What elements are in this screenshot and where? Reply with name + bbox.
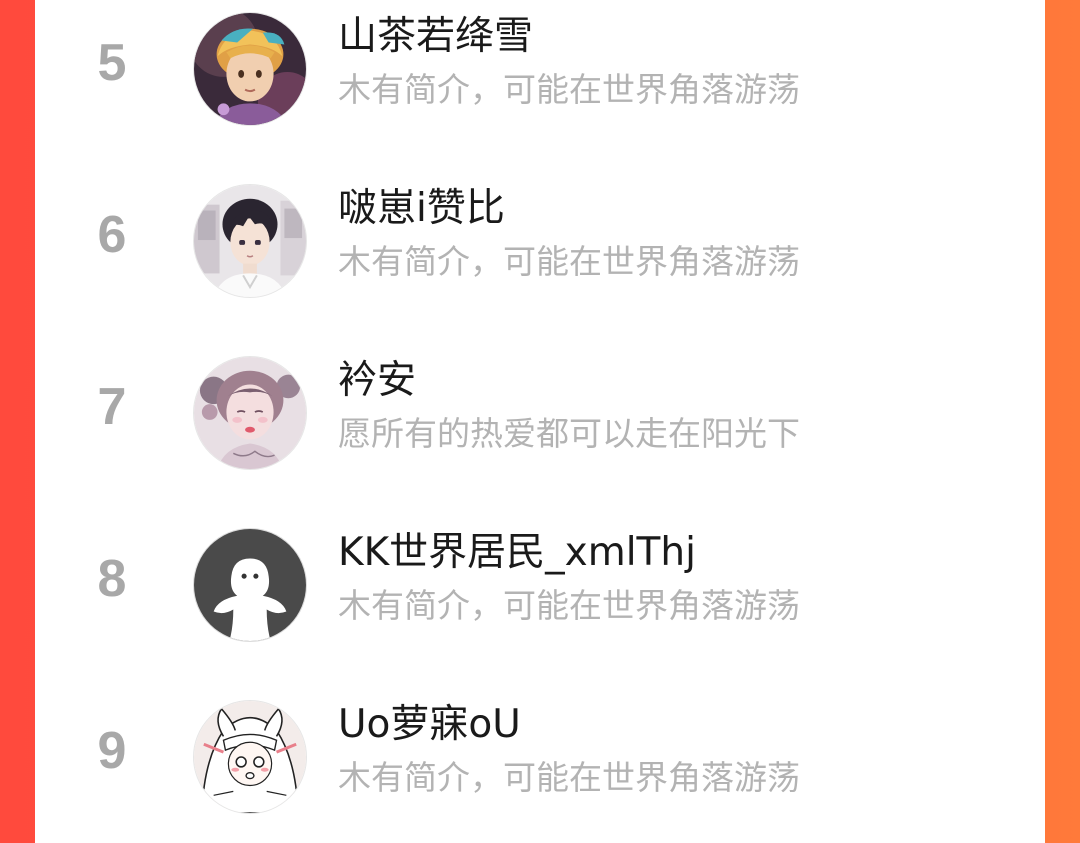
manga-girl-avatar-icon (194, 701, 306, 813)
ranking-row[interactable]: 7 衿安 愿所有的热爱都可以走在阳光下 (35, 356, 1045, 496)
user-name: KK世界居民_xmlThj (338, 530, 696, 575)
user-name: 衿安 (338, 358, 417, 403)
rank-number: 8 (97, 550, 127, 608)
avatar[interactable] (193, 184, 307, 298)
user-name: 啵崽i赞比 (338, 186, 505, 231)
ranking-row[interactable]: 6 啵崽i赞比 木有简介，可能在世界角落游荡 (35, 184, 1045, 324)
user-name: 山茶若绛雪 (338, 14, 534, 59)
illustrated-girl-avatar-icon (194, 357, 306, 469)
user-bio: 木有简介，可能在世界角落游荡 (338, 586, 800, 625)
avatar[interactable] (193, 12, 307, 126)
user-name: Uo萝寐oU (338, 702, 521, 747)
user-bio: 木有简介，可能在世界角落游荡 (338, 758, 800, 797)
user-bio: 愿所有的热爱都可以走在阳光下 (338, 414, 800, 453)
ranking-row[interactable]: 9 Uo萝寐oU 木有简介，可能在世界角落游荡 (35, 700, 1045, 840)
avatar[interactable] (193, 356, 307, 470)
rank-number: 9 (97, 722, 127, 780)
avatar[interactable] (193, 700, 307, 814)
ranking-list: 5 山茶若绛雪 木有简介，可能在世界角落游荡 6 啵崽i赞比 木有简介，可能在世… (35, 0, 1045, 843)
user-bio: 木有简介，可能在世界角落游荡 (338, 70, 800, 109)
anime-boy-with-headband-avatar-icon (194, 13, 306, 125)
rank-number: 5 (97, 34, 127, 92)
anime-boy-dark-hair-avatar-icon (194, 185, 306, 297)
ranking-row[interactable]: 5 山茶若绛雪 木有简介，可能在世界角落游荡 (35, 12, 1045, 152)
rank-number: 7 (97, 378, 127, 436)
avatar[interactable] (193, 528, 307, 642)
default-ghost-avatar-icon (194, 529, 306, 641)
user-bio: 木有简介，可能在世界角落游荡 (338, 242, 800, 281)
ranking-screen: 5 山茶若绛雪 木有简介，可能在世界角落游荡 6 啵崽i赞比 木有简介，可能在世… (0, 0, 1080, 843)
ranking-row[interactable]: 8 KK世界居民_xmlThj 木有简介，可能在世界角落游荡 (35, 528, 1045, 668)
rank-number: 6 (97, 206, 127, 264)
